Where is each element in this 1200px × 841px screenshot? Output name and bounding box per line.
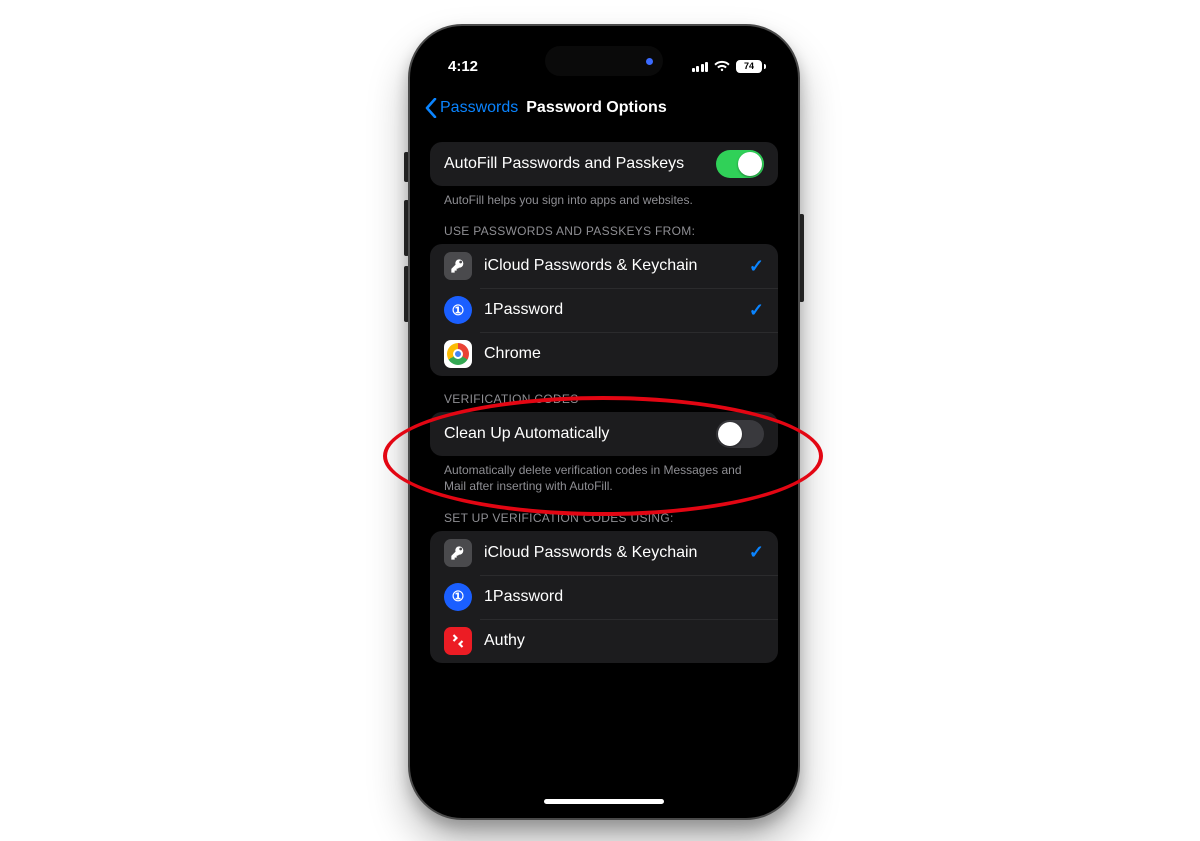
verification-header: VERIFICATION CODES	[430, 386, 778, 412]
key-icon	[444, 539, 472, 567]
chevron-left-icon	[424, 98, 438, 118]
source-label: iCloud Passwords & Keychain	[484, 257, 737, 275]
source-item-chrome[interactable]: Chrome	[430, 332, 778, 376]
source-item-1password[interactable]: ① 1Password ✓	[430, 288, 778, 332]
battery-indicator: 74	[736, 60, 766, 73]
section-verification-codes: VERIFICATION CODES Clean Up Automaticall…	[430, 386, 778, 494]
verification-footer: Automatically delete verification codes …	[430, 456, 778, 494]
cleanup-toggle[interactable]	[716, 420, 764, 448]
cleanup-label: Clean Up Automatically	[444, 425, 704, 443]
setup-label: iCloud Passwords & Keychain	[484, 544, 737, 562]
battery-level: 74	[736, 60, 762, 73]
authy-icon	[444, 627, 472, 655]
home-indicator[interactable]	[544, 799, 664, 804]
checkmark-icon: ✓	[749, 300, 764, 321]
status-bar: 4:12 74	[416, 32, 792, 84]
autofill-toggle[interactable]	[716, 150, 764, 178]
back-button[interactable]: Passwords	[424, 98, 518, 118]
autofill-toggle-row[interactable]: AutoFill Passwords and Passkeys	[430, 142, 778, 186]
checkmark-icon: ✓	[749, 542, 764, 563]
key-icon	[444, 252, 472, 280]
autofill-footer: AutoFill helps you sign into apps and we…	[430, 186, 778, 208]
checkmark-icon: ✓	[749, 256, 764, 277]
back-button-label: Passwords	[440, 99, 518, 117]
sources-header: USE PASSWORDS AND PASSKEYS FROM:	[430, 218, 778, 244]
cleanup-toggle-row[interactable]: Clean Up Automatically	[430, 412, 778, 456]
setup-item-1password[interactable]: ① 1Password	[430, 575, 778, 619]
page-title: Password Options	[526, 99, 666, 117]
wifi-icon	[714, 60, 730, 72]
status-time: 4:12	[448, 58, 478, 75]
setup-item-icloud[interactable]: iCloud Passwords & Keychain ✓	[430, 531, 778, 575]
onepassword-icon: ①	[444, 296, 472, 324]
setup-label: 1Password	[484, 588, 764, 606]
source-label: Chrome	[484, 345, 764, 363]
section-verification-setup: SET UP VERIFICATION CODES USING: iCloud …	[430, 505, 778, 663]
setup-label: Authy	[484, 632, 764, 650]
autofill-toggle-label: AutoFill Passwords and Passkeys	[444, 155, 704, 173]
settings-content[interactable]: AutoFill Passwords and Passkeys AutoFill…	[416, 132, 792, 812]
setup-header: SET UP VERIFICATION CODES USING:	[430, 505, 778, 531]
phone-frame: 4:12 74 Passw	[408, 24, 800, 820]
source-label: 1Password	[484, 301, 737, 319]
source-item-icloud[interactable]: iCloud Passwords & Keychain ✓	[430, 244, 778, 288]
onepassword-icon: ①	[444, 583, 472, 611]
chrome-icon	[444, 340, 472, 368]
section-password-sources: USE PASSWORDS AND PASSKEYS FROM: iCloud …	[430, 218, 778, 376]
setup-item-authy[interactable]: Authy	[430, 619, 778, 663]
phone-screen: 4:12 74 Passw	[416, 32, 792, 812]
section-autofill: AutoFill Passwords and Passkeys AutoFill…	[430, 142, 778, 208]
cellular-signal-icon	[692, 61, 709, 72]
navigation-bar: Passwords Password Options	[416, 86, 792, 130]
